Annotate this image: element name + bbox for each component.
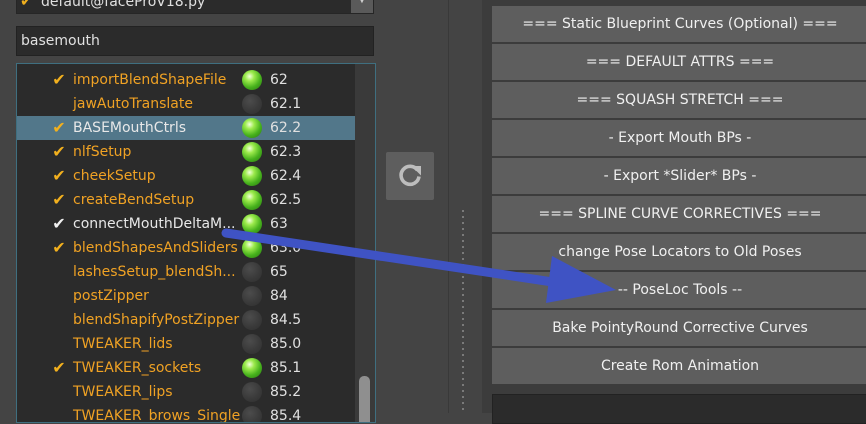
- status-led-icon: [242, 166, 262, 186]
- check-icon[interactable]: ✔: [51, 118, 67, 137]
- step-name: connectMouthDeltaM...: [73, 216, 236, 232]
- file-selector-label: default@faceProV18.py: [41, 0, 206, 10]
- status-led-icon: [242, 142, 262, 162]
- status-led-icon: [242, 262, 262, 282]
- check-icon[interactable]: ✔: [51, 238, 67, 257]
- refresh-icon: [399, 164, 421, 187]
- face-pro-window: ✔ default@faceProV18.py ▼ ✔ importBlendSh…: [0, 0, 866, 424]
- splitter-handle[interactable]: [462, 210, 464, 410]
- step-order-value: 85.0: [270, 336, 302, 352]
- check-icon[interactable]: ✔: [51, 70, 67, 89]
- step-row[interactable]: TWEAKER_lids 85.0: [17, 332, 355, 356]
- step-row[interactable]: lashesSetup_blendSh... 65: [17, 260, 355, 284]
- check-icon: ✔: [20, 0, 33, 10]
- step-order-value: 63: [270, 216, 288, 232]
- step-name: TWEAKER_brows_Single: [73, 408, 241, 423]
- step-order-value: 62.2: [270, 120, 302, 136]
- step-row[interactable]: ✔ BASEMouthCtrls 62.2: [17, 116, 355, 140]
- action-button[interactable]: === SQUASH STRETCH ===: [492, 82, 866, 118]
- step-order-value: 85.1: [270, 360, 302, 376]
- step-row[interactable]: TWEAKER_lips 85.2: [17, 380, 355, 404]
- action-panel: === Static Blueprint Curves (Optional) =…: [482, 0, 866, 424]
- step-name: jawAutoTranslate: [73, 96, 193, 112]
- step-order-value: 85.2: [270, 384, 302, 400]
- file-selector-combo[interactable]: ✔ default@faceProV18.py ▼: [16, 0, 374, 14]
- status-led-icon: [242, 118, 262, 138]
- action-button[interactable]: - Export Mouth BPs -: [492, 120, 866, 156]
- step-name: TWEAKER_sockets: [73, 360, 202, 376]
- action-button[interactable]: - Export *Slider* BPs -: [492, 158, 866, 194]
- status-led-icon: [242, 358, 262, 378]
- step-name: postZipper: [73, 288, 149, 304]
- chevron-down-icon[interactable]: ▼: [351, 0, 373, 13]
- step-order-value: 62.3: [270, 144, 302, 160]
- step-row[interactable]: postZipper 84: [17, 284, 355, 308]
- step-name: importBlendShapeFile: [73, 72, 227, 88]
- action-button[interactable]: -- PoseLoc Tools --: [492, 272, 866, 308]
- status-led-icon: [242, 214, 262, 234]
- action-button[interactable]: change Pose Locators to Old Poses: [492, 234, 866, 270]
- step-order-value: 62: [270, 72, 288, 88]
- step-name: nlfSetup: [73, 144, 132, 160]
- action-button[interactable]: Create Rom Animation: [492, 348, 866, 384]
- step-order-value: 65: [270, 264, 288, 280]
- step-order-value: 63.0: [270, 240, 302, 256]
- check-icon[interactable]: ✔: [51, 214, 67, 233]
- action-button[interactable]: === Static Blueprint Curves (Optional) =…: [492, 6, 866, 42]
- step-row[interactable]: TWEAKER_brows_Single 85.4: [17, 404, 355, 423]
- step-row[interactable]: ✔ blendShapesAndSliders 63.0: [17, 236, 355, 260]
- status-led-icon: [242, 406, 262, 422]
- check-icon[interactable]: ✔: [51, 190, 67, 209]
- search-input[interactable]: [16, 26, 374, 56]
- step-name: BASEMouthCtrls: [73, 120, 186, 136]
- action-button[interactable]: === DEFAULT ATTRS ===: [492, 44, 866, 80]
- status-led-icon: [242, 334, 262, 354]
- step-list[interactable]: ✔ importBlendShapeFile 62 jawAutoTranslate 6…: [16, 63, 376, 423]
- check-icon[interactable]: ✔: [51, 166, 67, 185]
- refresh-button[interactable]: [386, 152, 434, 200]
- step-row[interactable]: ✔ TWEAKER_sockets 85.1: [17, 356, 355, 380]
- status-led-icon: [242, 286, 262, 306]
- step-order-value: 84: [270, 288, 288, 304]
- step-row[interactable]: blendShapifyPostZipper 84.5: [17, 308, 355, 332]
- step-name: cheekSetup: [73, 168, 156, 184]
- bottom-output-field[interactable]: [492, 394, 866, 424]
- status-led-icon: [242, 190, 262, 210]
- status-led-icon: [242, 238, 262, 258]
- step-name: blendShapifyPostZipper: [73, 312, 240, 328]
- status-led-icon: [242, 382, 262, 402]
- step-row[interactable]: ✔ cheekSetup 62.4: [17, 164, 355, 188]
- step-row[interactable]: ✔ importBlendShapeFile 62: [17, 68, 355, 92]
- step-name: createBendSetup: [73, 192, 195, 208]
- step-list-scrollbar[interactable]: [355, 64, 375, 422]
- panel-divider: [448, 0, 449, 413]
- step-order-value: 62.4: [270, 168, 302, 184]
- step-order-value: 62.1: [270, 96, 302, 112]
- step-name: TWEAKER_lips: [73, 384, 173, 400]
- action-button[interactable]: Bake PointyRound Corrective Curves: [492, 310, 866, 346]
- step-row[interactable]: jawAutoTranslate 62.1: [17, 92, 355, 116]
- step-row[interactable]: ✔ createBendSetup 62.5: [17, 188, 355, 212]
- status-led-icon: [242, 70, 262, 90]
- action-button[interactable]: === SPLINE CURVE CORRECTIVES ===: [492, 196, 866, 232]
- step-order-value: 84.5: [270, 312, 302, 328]
- step-name: TWEAKER_lids: [73, 336, 173, 352]
- check-icon[interactable]: ✔: [51, 142, 67, 161]
- scrollbar-thumb[interactable]: [359, 376, 370, 422]
- step-name: lashesSetup_blendSh...: [73, 264, 236, 280]
- status-led-icon: [242, 94, 262, 114]
- check-icon[interactable]: ✔: [51, 358, 67, 377]
- step-order-value: 85.4: [270, 408, 302, 423]
- step-row[interactable]: ✔ nlfSetup 62.3: [17, 140, 355, 164]
- step-order-value: 62.5: [270, 192, 302, 208]
- status-led-icon: [242, 310, 262, 330]
- step-name: blendShapesAndSliders: [73, 240, 238, 256]
- step-row[interactable]: ✔ connectMouthDeltaM... 63: [17, 212, 355, 236]
